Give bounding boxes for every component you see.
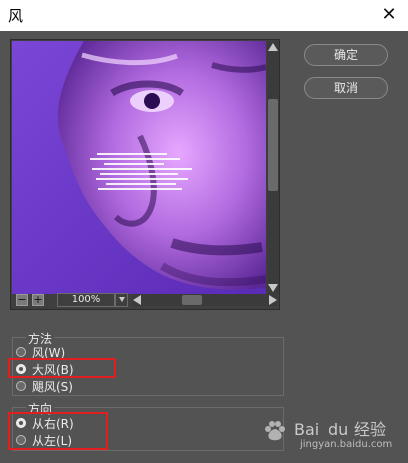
radio-hurricane[interactable] [16,381,26,391]
zoom-dropdown[interactable] [115,293,128,307]
titlebar: 风 ✕ [0,0,408,31]
vertical-scroll-thumb[interactable] [268,99,278,191]
cancel-button[interactable]: 取消 [304,77,388,99]
zoom-out-icon[interactable]: − [16,294,28,306]
close-icon[interactable]: ✕ [378,3,400,25]
preview-vertical-scrollbar[interactable] [267,41,279,294]
zoom-in-icon[interactable]: + [32,294,44,306]
watermark-url: jingyan.baidu.com [300,439,393,450]
horizontal-scroll-thumb[interactable] [182,295,202,305]
watermark: Bai du 经验 jingyan.baidu.com [256,415,396,451]
scroll-up-icon[interactable] [267,41,279,53]
scroll-right-icon[interactable] [269,295,277,305]
radio-wind[interactable] [16,347,26,357]
chevron-down-icon [119,297,125,302]
window-title: 风 [8,7,24,25]
method-option-label: 飓风(S) [32,379,73,394]
preview-toolbar: − + 100% [10,292,280,310]
preview-image [12,41,266,294]
ok-button[interactable]: 确定 [304,44,388,66]
scroll-left-icon[interactable] [133,295,141,305]
preview-frame [10,39,280,310]
svg-text:du: du [328,420,348,439]
svg-text:经验: 经验 [354,420,386,439]
highlight-box-method [8,358,116,378]
preview-horizontal-scrollbar[interactable] [132,294,278,306]
method-option-hurricane[interactable]: 飓风(S) [16,378,73,394]
zoom-field[interactable]: 100% [57,293,115,307]
svg-text:Bai: Bai [294,420,319,439]
highlight-box-direction [8,412,108,450]
